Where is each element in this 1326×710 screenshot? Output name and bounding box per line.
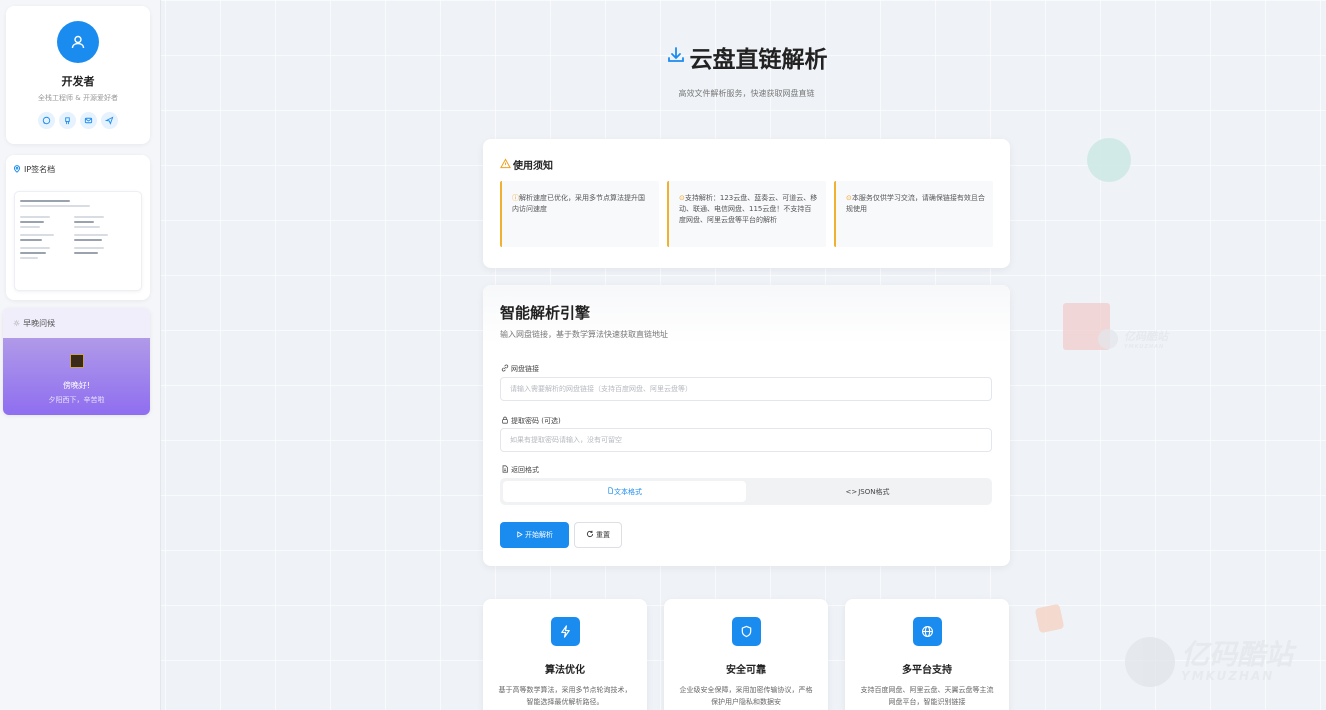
page-subtitle: 高效文件解析服务，快速获取网盘直链	[678, 89, 815, 98]
mail-icon[interactable]	[80, 112, 97, 129]
format-option-text[interactable]: 文本格式	[503, 481, 746, 502]
profile-description: 全栈工程师 & 开源爱好者	[38, 94, 118, 102]
social-links	[6, 112, 150, 129]
notice-card: 使用须知 ⓘ解析速度已优化，采用多节点算法提升国内访问速度 ⊙支持解析：123云…	[483, 139, 1010, 268]
watermark-subtext: YMKUZHAN	[1181, 669, 1275, 683]
feature-card: 算法优化 基于高等数学算法，采用多节点轮询技术，智能选择最优解析路径。	[483, 599, 647, 710]
engine-title: 智能解析引擎	[500, 304, 591, 322]
link-field-label: 网盘链接	[501, 364, 539, 374]
sunset-emoji-icon	[69, 354, 84, 368]
sun-icon: ☼	[13, 318, 21, 328]
feature-card: 安全可靠 企业级安全保障，采用加密传输协议，严格保护用户隐私和数据安	[664, 599, 828, 710]
ip-signature-card: IP签名档	[6, 155, 150, 300]
notice-item: ⊙本服务仅供学习交流，请确保链接有效且合规使用	[834, 181, 993, 247]
globe-icon	[912, 617, 942, 646]
ip-card-header: IP签名档	[6, 155, 150, 184]
notice-item: ⓘ解析速度已优化，采用多节点算法提升国内访问速度	[500, 181, 659, 247]
page-header: 云盘直链解析 高效文件解析服务，快速获取网盘直链	[483, 40, 1010, 99]
ip-signature-image[interactable]	[14, 191, 142, 291]
user-icon	[71, 35, 85, 49]
feature-description: 企业级安全保障，采用加密传输协议，严格保护用户隐私和数据安	[679, 686, 813, 706]
greeting-card: ☼ 早晚问候 傍晚好! 夕阳西下，辛苦啦	[3, 308, 150, 415]
start-parse-button[interactable]: 开始解析	[500, 522, 569, 548]
code-icon: <>	[845, 487, 858, 496]
decorative-tile	[1034, 603, 1065, 634]
watermark-small: 亿码酷站 YMKUZHAN	[1098, 328, 1168, 350]
feature-card: 多平台支持 支持百度网盘、阿里云盘、天翼云盘等主流网盘平台，智能识别链接	[845, 599, 1009, 710]
notice-title: 使用须知	[513, 161, 553, 172]
format-option-json[interactable]: <> JSON格式	[746, 481, 989, 502]
play-icon	[516, 530, 523, 540]
feature-title: 多平台支持	[902, 665, 952, 676]
format-toggle: 文本格式 <> JSON格式	[500, 478, 992, 505]
watermark-text: 亿码酷站	[1124, 330, 1168, 343]
notice-header: 使用须知	[500, 157, 553, 172]
ip-card-title: IP签名档	[24, 165, 56, 174]
info-icon: ⓘ	[512, 194, 519, 202]
watermark-logo-icon	[1098, 329, 1118, 349]
profile-card: 开发者 全栈工程师 & 开源爱好者	[6, 6, 150, 144]
watermark-logo-icon	[1125, 637, 1175, 687]
greeting-body: 傍晚好! 夕阳西下，辛苦啦	[3, 338, 150, 415]
link-input[interactable]	[500, 377, 992, 401]
engine-subtitle: 输入网盘链接，基于数学算法快速获取直链地址	[500, 330, 668, 339]
notice-item: ⊙支持解析：123云盘、蓝奏云、可道云、移动、联通、电信网盘、115云盘！不支持…	[667, 181, 826, 247]
greeting-subtext: 夕阳西下，辛苦啦	[48, 396, 105, 404]
greeting-text: 傍晚好!	[62, 381, 91, 390]
link-icon	[501, 364, 509, 374]
greeting-header: ☼ 早晚问候	[3, 308, 150, 338]
sidebar: 开发者 全栈工程师 & 开源爱好者 IP签名档 ☼ 早晚问候 傍晚好! 夕阳西下…	[0, 0, 161, 710]
notice-list: ⓘ解析速度已优化，采用多节点算法提升国内访问速度 ⊙支持解析：123云盘、蓝奏云…	[500, 181, 993, 247]
profile-name: 开发者	[61, 75, 95, 88]
password-field-label: 提取密码 (可选)	[501, 416, 561, 426]
document-icon	[607, 487, 614, 496]
format-field-label: 返回格式	[501, 465, 539, 475]
avatar[interactable]	[57, 21, 99, 63]
greeting-title: 早晚问候	[23, 318, 56, 328]
download-icon	[666, 45, 686, 70]
engine-header: 智能解析引擎 输入网盘链接，基于数学算法快速获取直链地址	[483, 285, 1010, 344]
refresh-icon	[586, 530, 594, 540]
warning-icon	[500, 157, 511, 172]
reset-button[interactable]: 重置	[574, 522, 622, 548]
password-input[interactable]	[500, 428, 992, 452]
location-pin-icon	[13, 164, 21, 175]
page-title-text: 云盘直链解析	[689, 47, 828, 73]
parser-engine-card: 智能解析引擎 输入网盘链接，基于数学算法快速获取直链地址 网盘链接 提取密码 (…	[483, 285, 1010, 566]
feature-title: 算法优化	[545, 665, 585, 676]
feature-description: 基于高等数学算法，采用多节点轮询技术，智能选择最优解析路径。	[498, 686, 632, 706]
watermark-text: 亿码酷站	[1181, 638, 1294, 671]
decorative-circle	[1087, 138, 1131, 182]
lock-icon	[501, 416, 509, 426]
page-title: 云盘直链解析	[483, 40, 1010, 74]
chat-icon[interactable]	[38, 112, 55, 129]
document-icon	[501, 465, 509, 475]
feature-description: 支持百度网盘、阿里云盘、天翼云盘等主流网盘平台，智能识别链接	[860, 686, 994, 706]
watermark-subtext: YMKUZHAN	[1124, 344, 1165, 350]
watermark-large: 亿码酷站 YMKUZHAN	[1125, 637, 1293, 687]
lightning-icon	[550, 617, 580, 646]
feature-title: 安全可靠	[726, 665, 766, 676]
github-icon[interactable]	[59, 112, 76, 129]
send-icon[interactable]	[101, 112, 118, 129]
shield-icon	[731, 617, 761, 646]
